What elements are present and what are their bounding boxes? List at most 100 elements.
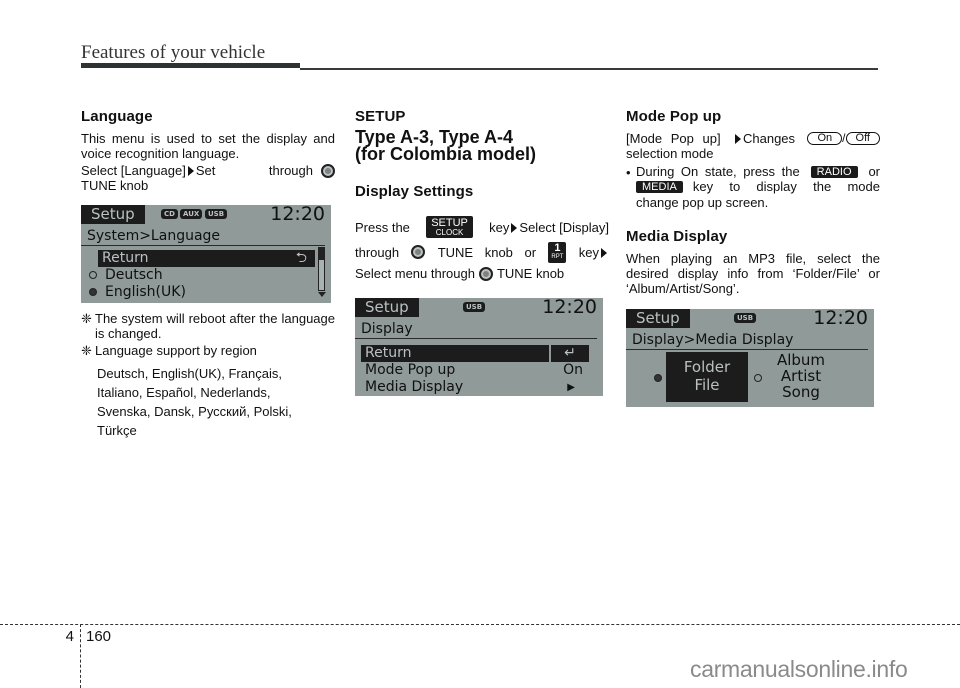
press-the-text: Press the [355,219,410,235]
arrow-right-icon [187,165,194,176]
footer-rule [0,624,960,625]
or-text: or [868,164,880,179]
mode-popup-label: Mode Pop up [365,362,456,378]
mode-popup-section: Mode Pop up [Mode Pop up] Changes On / O… [626,108,880,407]
type-heading-line2: (for Colombia model) [355,144,536,164]
watermark: carmanualsonline.info [690,656,908,682]
tune-knob-text: TUNE knob [81,178,149,193]
return-label: Return [102,250,149,266]
screen-item-return[interactable]: Return [361,345,549,362]
page-number: 160 [86,628,112,645]
tune-knob-icon [478,266,493,281]
file-label: File [694,376,720,394]
off-pill: Off [845,132,880,145]
radio-key: RADIO [810,165,858,178]
option-album-artist-song[interactable]: Album Artist Song [766,352,836,400]
mode-popup-prefix: [Mode Pop up] [626,131,721,146]
note-reboot-text: The system will reboot after the languag… [95,311,335,341]
media-display-screen: Setup USB 12:20 Display>Media Display Fo… [626,309,874,407]
song-label: Song [782,383,820,401]
screen-item-english[interactable]: English(UK) [85,284,331,301]
selection-mode-text: selection mode [626,146,714,161]
scrollbar[interactable] [318,247,325,291]
screen-clock: 12:20 [270,205,325,225]
scroll-down-icon [318,292,326,297]
return-label: Return [365,345,412,361]
bullet-text-pre: During On state, press the [636,164,800,179]
key-text: key [578,244,599,260]
note-reboot: ❈ The system will reboot after the langu… [81,311,335,341]
language-list-line: Italiano, Español, Nederlands, [97,385,271,400]
select-menu-line: Select menu through TUNE knob [355,266,609,281]
mode-popup-bullet: • During On state, press the RADIO or ME… [626,164,880,211]
return-arrow: ↵ [564,345,576,361]
album-label: Album [776,351,826,369]
tune-knob-icon [411,245,426,259]
media-key: MEDIA [636,180,683,193]
press-setup-line: Press the SETUP CLOCK key Select [Display… [355,216,609,238]
usb-badge: USB [205,209,228,219]
scrollbar-thumb[interactable] [319,248,324,260]
setup-key-label: SETUP [431,216,468,229]
media-display-label: Media Display [365,379,464,395]
header-rule [300,68,878,70]
screen-item-return[interactable]: Return ⮌ [98,250,315,267]
setup-clock-key: SETUP CLOCK [426,216,474,238]
folder-label: Folder [683,358,731,376]
screen-item-mode-popup[interactable]: Mode Pop up On [361,362,603,379]
language-heading: Language [81,108,153,125]
key-text: key [489,219,510,235]
through-line: through TUNE knob or 1 RPT key [355,241,609,263]
screen-path: Display [355,320,597,339]
english-label: English(UK) [105,284,186,300]
note-icon: ❈ [81,311,92,326]
language-list-line: Türkçe [97,423,137,438]
usb-badge: USB [463,302,486,312]
language-intro: This menu is used to set the display and… [81,131,335,161]
deutsch-label: Deutsch [105,267,163,283]
type-heading: Type A-3, Type A-4 (for Colombia model) [355,128,609,164]
language-screen: Setup CD AUX USB 12:20 System>Language R… [81,205,331,303]
aux-badge: AUX [180,209,203,219]
rpt-key-number: 1 [554,242,561,254]
tune-knob-or-text: TUNE knob or [437,244,537,260]
radio-on-icon [654,374,662,382]
mode-popup-value: On [563,362,583,378]
arrow-right-icon [511,223,518,234]
radio-on-icon [89,288,97,296]
screen-tab-setup: Setup [355,298,419,317]
tune-knob-text: TUNE knob [496,266,565,281]
chapter-number: 4 [65,628,74,645]
note-region-text: Language support by region [95,343,257,358]
on-pill: On [807,132,843,145]
screen-path: Display>Media Display [626,331,868,350]
bullet: • [626,165,631,180]
language-section: Language This menu is used to set the di… [81,108,335,440]
language-select-line: Select [Language] Set through [81,163,335,178]
header-bar [81,63,300,68]
setup-section: SETUP Type A-3, Type A-4 (for Colombia m… [355,108,609,396]
usb-badge: USB [734,313,757,323]
rpt-key: 1 RPT [548,241,567,263]
radio-off-icon [754,374,762,382]
mode-popup-heading: Mode Pop up [626,108,722,125]
language-list: Deutsch, English(UK), Français, Italiano… [97,364,335,440]
media-display-text: When playing an MP3 file, select the des… [626,251,880,296]
note-icon: ❈ [81,343,92,358]
return-icon: ⮌ [295,250,307,266]
setup-heading: SETUP [355,108,406,125]
set-through-text: Set through [195,163,313,178]
screen-tab-setup: Setup [626,309,690,328]
media-display-heading: Media Display [626,228,728,245]
note-region: ❈ Language support by region [81,343,335,358]
option-folder-file[interactable]: Folder File [666,352,748,402]
return-icon[interactable]: ↵ [551,345,589,362]
screen-item-deutsch[interactable]: Deutsch [85,267,331,284]
header-title: Features of your vehicle [81,42,266,63]
artist-label: Artist [780,367,822,385]
cd-badge: CD [161,209,178,219]
screen-clock: 12:20 [813,309,868,329]
rpt-key-label: RPT [551,254,564,260]
display-screen: Setup USB 12:20 Display Return ↵ Mode Po… [355,298,603,396]
screen-item-media-display[interactable]: Media Display ▶ [361,379,603,396]
